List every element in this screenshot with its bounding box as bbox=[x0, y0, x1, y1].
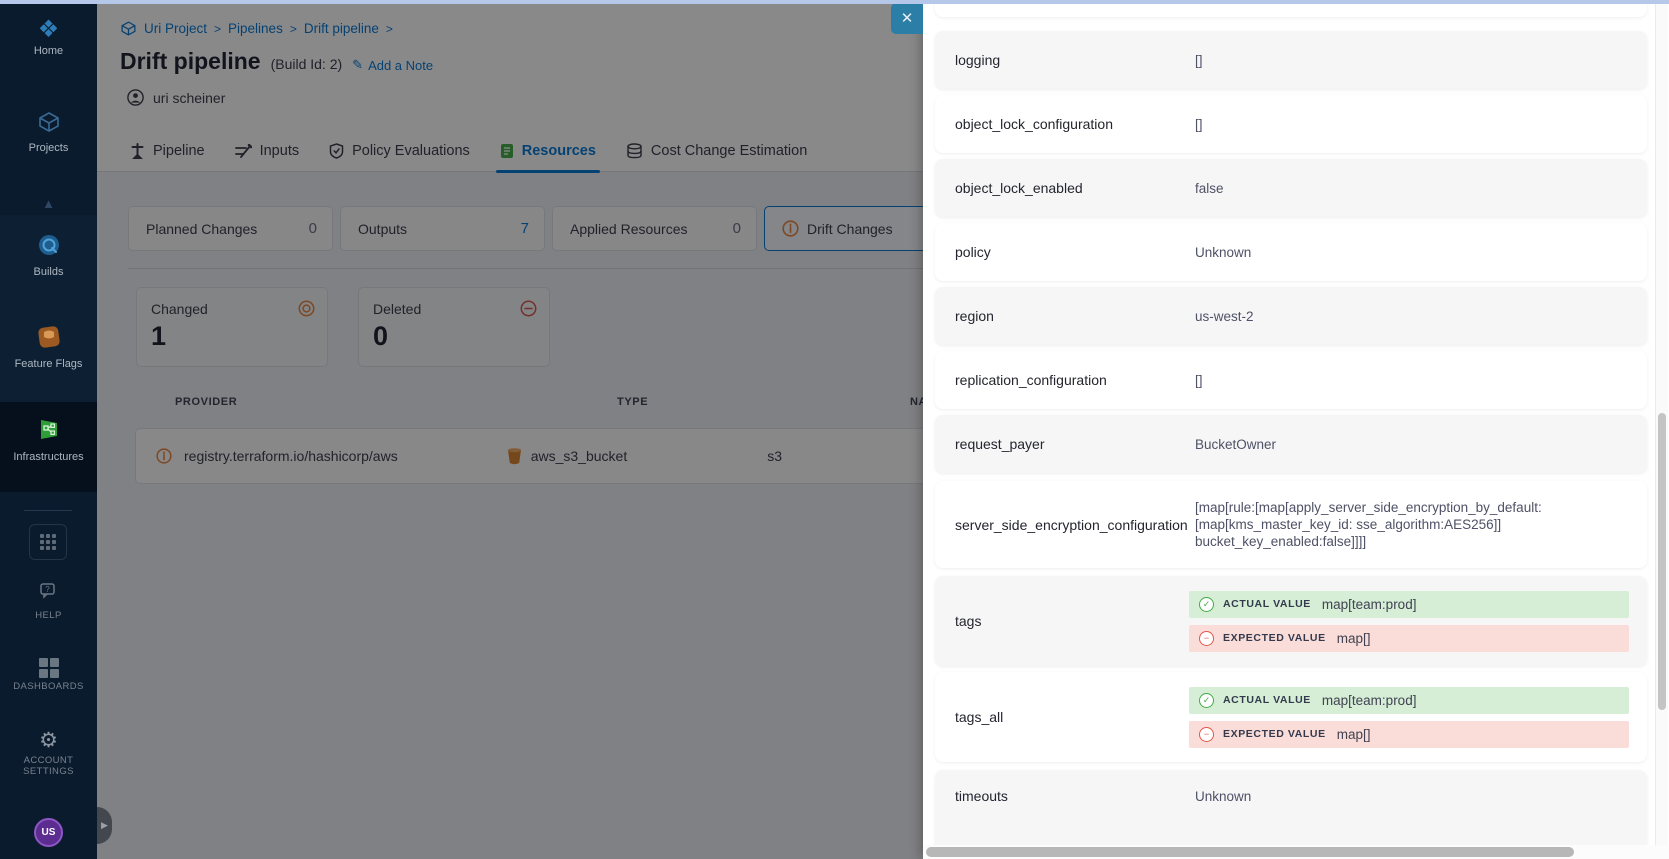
sidebar-expander-handle[interactable]: ▶ bbox=[97, 807, 112, 844]
expected-value-bar: − EXPECTED VALUE map[] bbox=[1189, 625, 1629, 652]
drawer-row-request-payer: request_payer BucketOwner bbox=[935, 415, 1647, 473]
actual-value-bar: ✓ ACTUAL VALUE map[team:prod] bbox=[1189, 687, 1629, 714]
actual-value-bar: ✓ ACTUAL VALUE map[team:prod] bbox=[1189, 591, 1629, 618]
close-drawer-button[interactable]: ✕ bbox=[891, 3, 923, 34]
module-selector-button[interactable] bbox=[29, 524, 67, 560]
modal-backdrop[interactable]: ▶ bbox=[97, 0, 923, 859]
user-avatar[interactable]: US bbox=[34, 818, 63, 847]
projects-cube-icon bbox=[37, 110, 61, 134]
sidebar-item-label: Feature Flags bbox=[0, 358, 97, 370]
builds-icon bbox=[36, 232, 62, 258]
horizontal-scrollbar-thumb[interactable] bbox=[926, 847, 1574, 857]
sidebar-divider bbox=[24, 510, 72, 511]
help-chat-icon: ? bbox=[38, 582, 60, 602]
app-root: ❖ Home Projects ▲ Builds bbox=[0, 0, 1669, 859]
drawer-row-region: region us-west-2 bbox=[935, 287, 1647, 345]
sidebar-item-label: DASHBOARDS bbox=[0, 681, 97, 692]
chevron-right-icon: ▶ bbox=[101, 820, 108, 831]
drawer-vertical-scrollbar[interactable] bbox=[1655, 0, 1668, 859]
sidebar-collapse-arrow-icon[interactable]: ▲ bbox=[0, 196, 97, 211]
drawer-row-replication-configuration: replication_configuration [] bbox=[935, 351, 1647, 409]
sidebar-item-help[interactable]: ? HELP bbox=[0, 582, 97, 621]
sidebar-item-feature-flags[interactable]: Feature Flags bbox=[0, 324, 97, 370]
sidebar-item-label: Projects bbox=[0, 142, 97, 154]
drift-detail-drawer: ✕ logging [] object_lock_configuration [… bbox=[923, 0, 1669, 859]
sidebar-item-label: ACCOUNT bbox=[0, 755, 97, 766]
sidebar-item-label: SETTINGS bbox=[0, 766, 97, 777]
sidebar-item-builds[interactable]: Builds bbox=[0, 232, 97, 278]
check-circle-icon: ✓ bbox=[1199, 693, 1214, 708]
drawer-row-policy: policy Unknown bbox=[935, 223, 1647, 281]
svg-text:?: ? bbox=[45, 585, 50, 594]
vertical-scrollbar-thumb[interactable] bbox=[1658, 413, 1666, 710]
drawer-row-logging: logging [] bbox=[935, 31, 1647, 89]
dashboards-icon bbox=[39, 658, 59, 678]
sidebar: ❖ Home Projects ▲ Builds bbox=[0, 0, 97, 859]
top-accent-strip bbox=[0, 0, 1669, 4]
drawer-horizontal-scrollbar[interactable] bbox=[923, 845, 1669, 859]
expected-value-bar: − EXPECTED VALUE map[] bbox=[1189, 721, 1629, 748]
sidebar-item-label: Home bbox=[0, 45, 97, 57]
sidebar-item-label: Builds bbox=[0, 266, 97, 278]
sidebar-item-dashboards[interactable]: DASHBOARDS bbox=[0, 658, 97, 692]
infrastructures-icon bbox=[35, 416, 62, 443]
sidebar-item-account-settings[interactable]: ⚙ ACCOUNT SETTINGS bbox=[0, 730, 97, 777]
gear-icon: ⚙ bbox=[39, 730, 58, 751]
grid-dots-icon bbox=[40, 534, 56, 550]
minus-circle-icon: − bbox=[1199, 631, 1214, 646]
feature-flags-icon bbox=[36, 324, 62, 350]
sidebar-item-home[interactable]: ❖ Home bbox=[0, 18, 97, 57]
check-circle-icon: ✓ bbox=[1199, 597, 1214, 612]
drawer-row-tags: tags ✓ ACTUAL VALUE map[team:prod] − EXP… bbox=[935, 576, 1647, 666]
drawer-row-server-side-encryption: server_side_encryption_configuration [ma… bbox=[935, 481, 1647, 568]
minus-circle-icon: − bbox=[1199, 727, 1214, 742]
sidebar-item-label: Infrastructures bbox=[0, 451, 97, 463]
drawer-row-object-lock-configuration: object_lock_configuration [] bbox=[935, 95, 1647, 153]
sidebar-item-infrastructures[interactable]: Infrastructures bbox=[0, 416, 97, 463]
drawer-row-tags-all: tags_all ✓ ACTUAL VALUE map[team:prod] −… bbox=[935, 672, 1647, 762]
sidebar-item-label: HELP bbox=[0, 610, 97, 621]
sidebar-item-projects[interactable]: Projects bbox=[0, 110, 97, 154]
home-icon: ❖ bbox=[38, 18, 60, 42]
drawer-row-object-lock-enabled: object_lock_enabled false bbox=[935, 159, 1647, 217]
